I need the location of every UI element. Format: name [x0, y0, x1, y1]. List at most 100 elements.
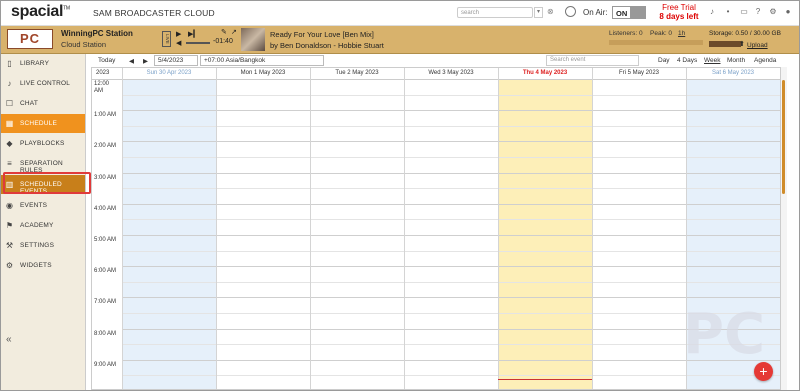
time-slot-line — [122, 141, 780, 143]
card-icon[interactable]: ▭ — [739, 7, 749, 16]
event-search-input[interactable]: Search event — [546, 55, 639, 66]
storage-usage: Storage: 0.50 / 30.00 GB — [709, 30, 781, 37]
toggle-knob — [630, 7, 645, 18]
time-slot-line — [122, 250, 780, 252]
current-time-indicator — [498, 379, 592, 380]
trial-line-2: 8 days left — [659, 11, 699, 21]
volume-icon[interactable]: ◀ — [176, 39, 181, 47]
view-month-button[interactable]: Month — [727, 57, 745, 64]
player-bar: PC WinningPC Station Cloud Station LIVE … — [1, 26, 799, 54]
view-day-button[interactable]: Day — [658, 57, 670, 64]
collapse-sidebar-icon[interactable]: « — [6, 334, 12, 345]
sidebar-item-schedule[interactable]: ▦ SCHEDULE — [1, 114, 85, 133]
day-header[interactable]: Mon 1 May 2023 — [216, 70, 310, 76]
on-air-toggle[interactable]: ON — [612, 6, 646, 19]
track-artist: by Ben Donaldson - Hobbie Stuart — [270, 41, 384, 50]
time-label: 3:00 AM — [94, 174, 117, 181]
sidebar-item-playblocks[interactable]: ◆ PLAYBLOCKS — [1, 134, 85, 153]
time-slot-line — [122, 94, 780, 96]
track-title: Ready For Your Love [Ben Mix] — [270, 30, 374, 39]
on-air-toggle-label: ON — [616, 9, 628, 18]
upload-link[interactable]: Upload — [747, 42, 768, 49]
sidebar-item-label: SCHEDULE — [20, 120, 57, 127]
user-icon[interactable]: ● — [783, 7, 793, 16]
time-label: 1:00 AM — [94, 112, 117, 119]
prev-week-icon[interactable]: ◀ — [129, 57, 134, 65]
skip-icon[interactable]: ▶▎ — [188, 30, 199, 38]
broadcast-icon — [565, 6, 576, 17]
microphone-icon: ♪ — [7, 79, 12, 88]
sidebar-item-academy[interactable]: ⚑ ACADEMY — [1, 216, 85, 235]
listener-meter — [609, 40, 703, 45]
wrench-icon: ⚒ — [5, 241, 14, 250]
gear-icon[interactable]: ⚙ — [768, 7, 778, 16]
day-header[interactable]: Sun 30 Apr 2023 — [122, 70, 216, 76]
edit-icon[interactable]: ✎ — [221, 28, 227, 36]
station-name: WinningPC Station — [61, 29, 133, 38]
share-icon[interactable]: ↗ — [231, 28, 237, 36]
today-button[interactable]: Today — [98, 57, 115, 64]
upload-icon[interactable]: ⬆ — [739, 40, 745, 48]
timezone-select[interactable]: +07:00 Asia/Bangkok — [200, 55, 324, 66]
sidebar-item-label: CHAT — [20, 100, 39, 107]
week-calendar: 2023 Sun 30 Apr 2023 Mon 1 May 2023 Tue 2 … — [91, 67, 781, 390]
help-icon[interactable]: ? — [753, 7, 763, 16]
sidebar-item-separation-rules[interactable]: ≡ SEPARATION RULES — [1, 154, 85, 174]
search-dropdown-button[interactable]: ▾ — [534, 7, 543, 18]
sidebar-item-library[interactable]: ▯ LIBRARY — [1, 54, 85, 73]
sidebar: ▯ LIBRARY ♪ LIVE CONTROL ☐ CHAT ▦ SCHEDU… — [1, 54, 86, 390]
sidebar-item-label: LIVE CONTROL — [20, 80, 71, 87]
view-agenda-button[interactable]: Agenda — [754, 57, 776, 64]
add-event-button[interactable]: + — [754, 362, 773, 381]
scrollbar-thumb[interactable] — [782, 80, 785, 194]
next-week-icon[interactable]: ▶ — [143, 57, 148, 65]
calendar-icon: ▦ — [5, 119, 14, 128]
day-header[interactable]: Sat 6 May 2023 — [686, 70, 780, 76]
station-subtitle: Cloud Station — [61, 40, 107, 49]
date-picker[interactable]: 5/4/2023 — [154, 55, 198, 66]
time-label: 2:00 AM — [94, 143, 117, 150]
time-label: 4:00 AM — [94, 205, 117, 212]
chat-icon: ☐ — [5, 99, 14, 108]
view-week-button[interactable]: Week — [704, 57, 721, 64]
time-remaining: -01:40 — [213, 38, 233, 45]
sidebar-item-label: SETTINGS — [20, 242, 55, 249]
notification-icon[interactable]: • — [723, 7, 733, 16]
sidebar-item-settings[interactable]: ⚒ SETTINGS — [1, 236, 85, 255]
time-slot-line — [122, 219, 780, 221]
station-logo: PC — [7, 29, 53, 49]
time-slot-line — [122, 172, 780, 174]
time-slot-line — [122, 235, 780, 236]
day-header[interactable]: Fri 5 May 2023 — [592, 70, 686, 76]
on-air-label: On Air: — [583, 8, 608, 17]
top-bar: spacialTM SAM BROADCASTER CLOUD search ▾… — [1, 1, 799, 26]
spacial-logo[interactable]: spacialTM — [11, 3, 70, 21]
academy-icon: ⚑ — [5, 221, 14, 230]
time-slot-line — [122, 375, 780, 377]
peak-period-link[interactable]: 1h — [678, 30, 685, 37]
day-header[interactable]: Wed 3 May 2023 — [404, 70, 498, 76]
microphone-icon[interactable]: ♪ — [707, 7, 717, 16]
time-label: 5:00 AM — [94, 237, 117, 243]
separation-icon: ≡ — [7, 159, 12, 168]
view-4days-button[interactable]: 4 Days — [677, 57, 697, 64]
column-divider — [498, 68, 499, 389]
widgets-icon: ⚙ — [5, 261, 14, 270]
sidebar-item-events[interactable]: ◉ EVENTS — [1, 196, 85, 215]
sidebar-item-chat[interactable]: ☐ CHAT — [1, 94, 85, 113]
play-icon[interactable]: ▶ — [176, 30, 181, 38]
volume-slider[interactable] — [186, 42, 210, 44]
day-header[interactable]: Thu 4 May 2023 — [498, 70, 592, 76]
sidebar-item-label: EVENTS — [20, 202, 48, 209]
sidebar-item-live-control[interactable]: ♪ LIVE CONTROL — [1, 74, 85, 93]
calendar-scrollbar[interactable] — [781, 67, 787, 390]
free-trial-notice[interactable]: Free Trial 8 days left — [658, 3, 700, 21]
time-label: 6:00 AM — [94, 268, 117, 275]
search-input[interactable]: search — [457, 7, 533, 18]
search-clear-icon[interactable]: ⊗ — [547, 7, 554, 16]
live-badge[interactable]: LIVE — [162, 31, 171, 47]
time-label: 12:00 AM — [94, 81, 110, 94]
sidebar-item-widgets[interactable]: ⚙ WIDGETS — [1, 256, 85, 275]
listeners-count: Listeners: 0 — [609, 30, 643, 37]
day-header[interactable]: Tue 2 May 2023 — [310, 70, 404, 76]
